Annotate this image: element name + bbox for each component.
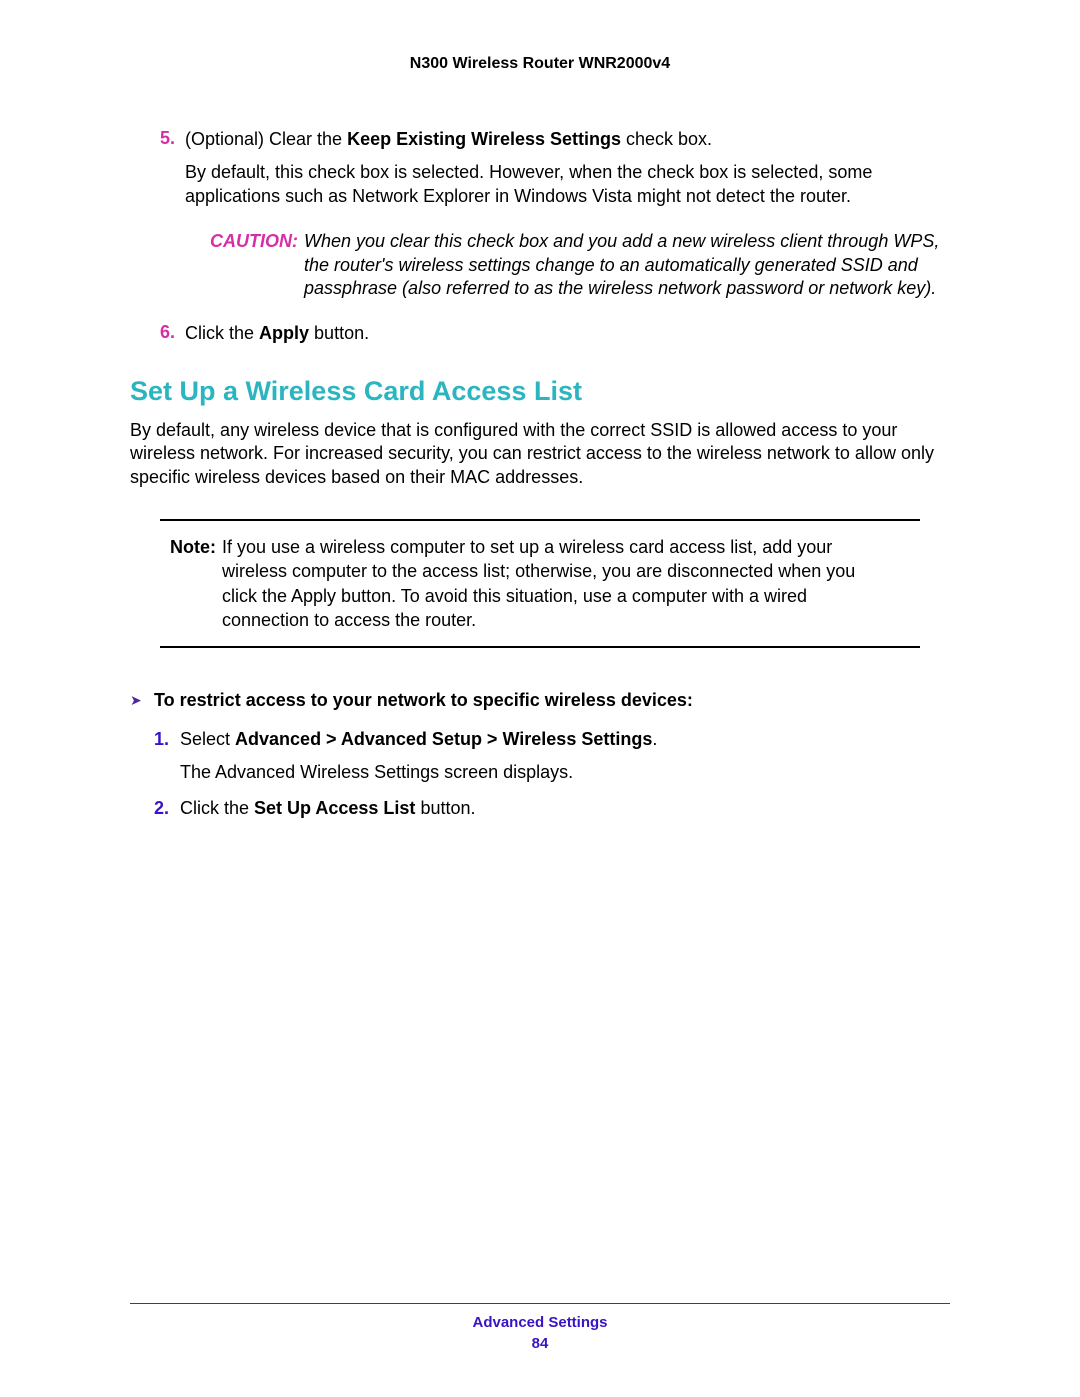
document-header: N300 Wireless Router WNR2000v4 xyxy=(130,55,950,73)
step-6-tail: button. xyxy=(309,323,369,343)
task-step-2: 2. Click the Set Up Access List button. xyxy=(130,796,950,820)
step-5-follow: By default, this check box is selected. … xyxy=(185,161,950,208)
footer-section-name: Advanced Settings xyxy=(130,1314,950,1331)
step-6-bold: Apply xyxy=(259,323,309,343)
t1-tail: . xyxy=(652,729,657,749)
footer-rule xyxy=(130,1303,950,1304)
task-arrow-icon: ➤ xyxy=(130,688,154,711)
t1-lead: Select xyxy=(180,729,235,749)
step-5-lead: (Optional) Clear the xyxy=(185,129,347,149)
task-step-body: Select Advanced > Advanced Setup > Wirel… xyxy=(180,727,950,784)
step-5-bold: Keep Existing Wireless Settings xyxy=(347,129,621,149)
t1-follow: The Advanced Wireless Settings screen di… xyxy=(180,760,950,784)
note-box: Note: If you use a wireless computer to … xyxy=(160,519,920,648)
step-5: 5. (Optional) Clear the Keep Existing Wi… xyxy=(130,128,950,208)
t2-bold: Set Up Access List xyxy=(254,798,415,818)
step-body: (Optional) Clear the Keep Existing Wirel… xyxy=(185,128,950,208)
caution-label: CAUTION: xyxy=(210,230,304,300)
step-body: Click the Apply button. xyxy=(185,322,950,345)
task-step-number: 1. xyxy=(154,727,180,784)
step-6-lead: Click the xyxy=(185,323,259,343)
t1-bold: Advanced > Advanced Setup > Wireless Set… xyxy=(235,729,652,749)
step-number: 6. xyxy=(130,322,185,345)
caution-body: When you clear this check box and you ad… xyxy=(304,230,950,300)
note-body: If you use a wireless computer to set up… xyxy=(222,535,910,632)
task-heading: ➤ To restrict access to your network to … xyxy=(130,688,950,713)
task-step-number: 2. xyxy=(154,796,180,820)
page-footer: Advanced Settings 84 xyxy=(130,1303,950,1352)
note-label: Note: xyxy=(170,535,222,632)
step-5-tail: check box. xyxy=(621,129,712,149)
caution-block: CAUTION: When you clear this check box a… xyxy=(210,230,950,300)
task-step-body: Click the Set Up Access List button. xyxy=(180,796,950,820)
page: N300 Wireless Router WNR2000v4 5. (Optio… xyxy=(0,0,1080,1397)
section-heading: Set Up a Wireless Card Access List xyxy=(130,376,950,407)
t2-lead: Click the xyxy=(180,798,254,818)
step-number: 5. xyxy=(130,128,185,208)
section-intro: By default, any wireless device that is … xyxy=(130,419,950,489)
task-title: To restrict access to your network to sp… xyxy=(154,688,950,713)
task-step-1: 1. Select Advanced > Advanced Setup > Wi… xyxy=(130,727,950,784)
t2-tail: button. xyxy=(415,798,475,818)
footer-page-number: 84 xyxy=(130,1335,950,1352)
step-6: 6. Click the Apply button. xyxy=(130,322,950,345)
